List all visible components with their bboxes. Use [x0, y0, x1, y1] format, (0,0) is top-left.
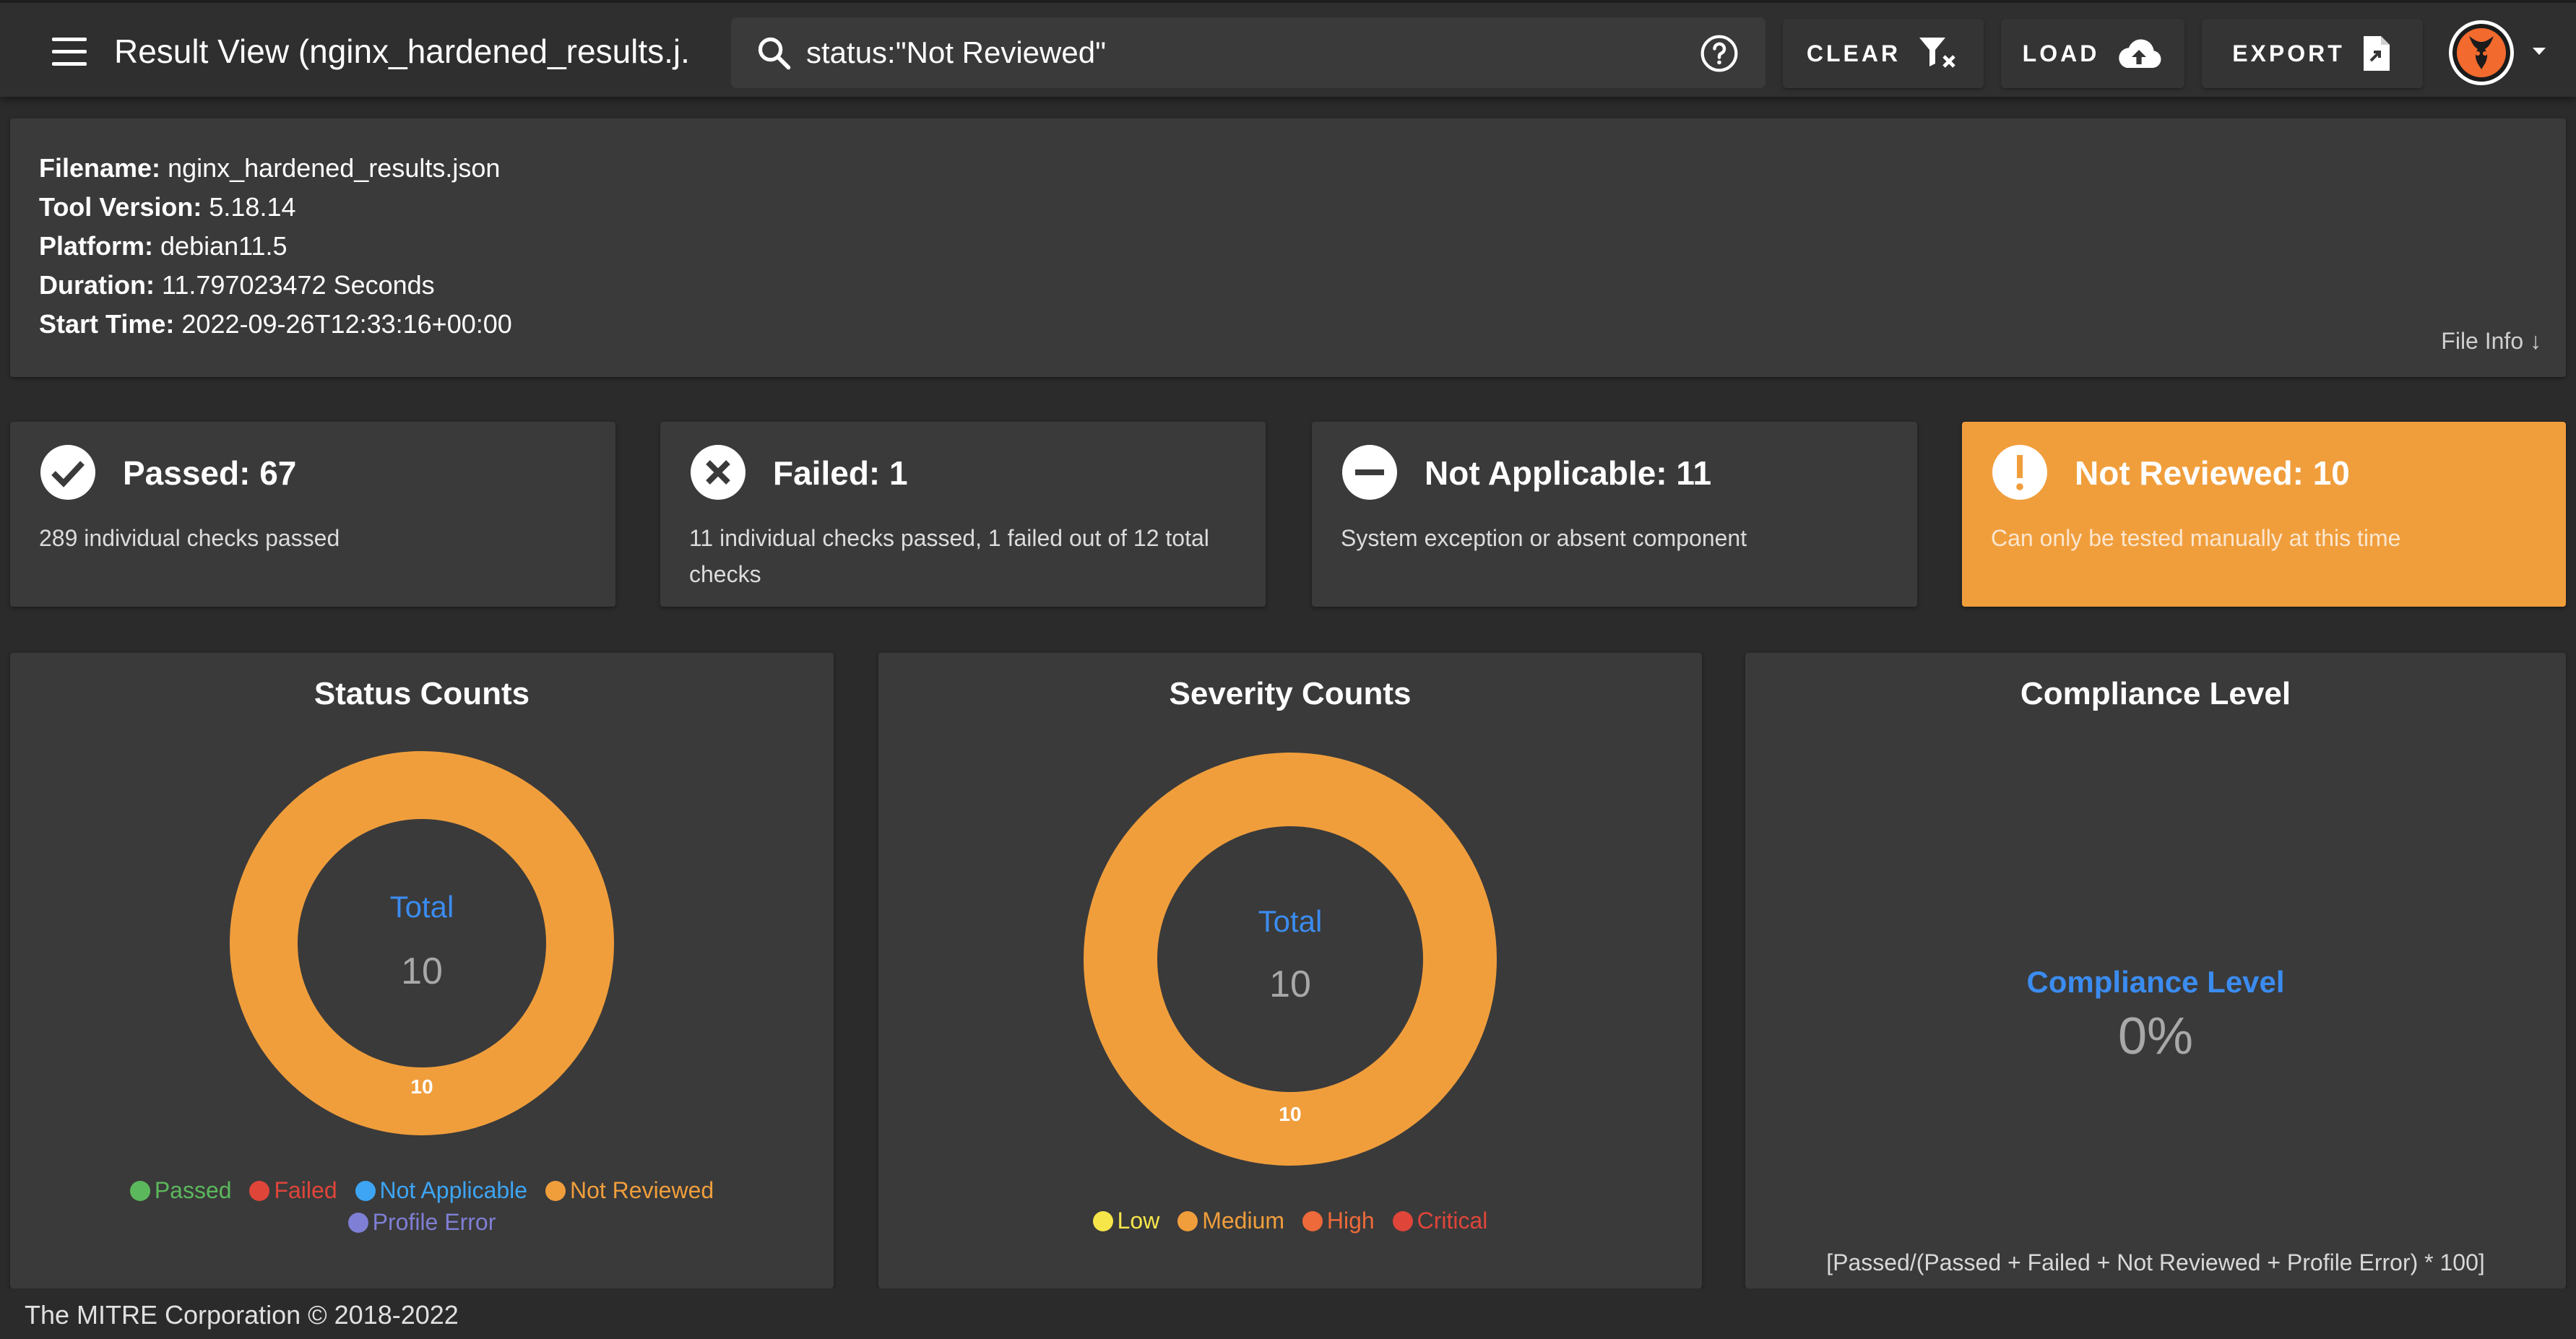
compliance-panel: Compliance Level Compliance Level 0% [Pa… — [1745, 653, 2566, 1288]
footer: The MITRE Corporation © 2018-2022 — [0, 1288, 2576, 1339]
passed-desc: 289 individual checks passed — [39, 525, 340, 551]
compliance-title: Compliance Level — [2020, 676, 2291, 711]
legend-critical-label: Critical — [1417, 1208, 1488, 1234]
legend-profile-error-label: Profile Error — [372, 1209, 496, 1235]
compliance-label: Compliance Level — [2026, 965, 2285, 999]
start-time-row: Start Time: 2022-09-26T12:33:16+00:00 — [39, 309, 512, 339]
tool-version-label: Tool Version: — [39, 192, 202, 222]
not-applicable-desc: System exception or absent component — [1341, 525, 1747, 551]
exclamation-icon — [1992, 445, 2047, 500]
search-icon — [758, 37, 791, 70]
load-button[interactable]: LOAD — [2001, 19, 2184, 88]
severity-slice-medium[interactable] — [1084, 753, 1497, 1166]
clear-button[interactable]: CLEAR — [1783, 19, 1984, 88]
severity-counts-panel: Severity Counts Total 10 10 Low Medium H… — [878, 653, 1702, 1288]
not-applicable-title: Not Applicable: 11 — [1425, 454, 1712, 492]
tool-version-row: Tool Version: 5.18.14 — [39, 192, 296, 222]
status-total-value: 10 — [401, 950, 443, 992]
legend-passed-label: Passed — [154, 1177, 232, 1203]
duration-label: Duration: — [39, 270, 155, 300]
compliance-formula: [Passed/(Passed + Failed + Not Reviewed … — [1826, 1249, 2485, 1275]
search-input[interactable] — [806, 33, 1673, 72]
legend-low-label: Low — [1117, 1208, 1160, 1234]
platform-row: Platform: debian11.5 — [39, 231, 288, 261]
not-reviewed-desc: Can only be tested manually at this time — [1991, 525, 2401, 551]
severity-total-label: Total — [1258, 904, 1323, 938]
legend-medium-label: Medium — [1202, 1208, 1285, 1234]
legend-failed-label: Failed — [274, 1177, 337, 1203]
cloud-upload-icon — [2119, 39, 2161, 68]
platform-label: Platform: — [39, 231, 154, 261]
start-time-label: Start Time: — [39, 309, 175, 339]
legend-not-applicable-label: Not Applicable — [379, 1177, 528, 1203]
app-bar: Result View (nginx_hardened_results.j...… — [0, 0, 2576, 97]
tool-version-value: 5.18.14 — [209, 192, 296, 222]
filename-value: nginx_hardened_results.json — [168, 153, 501, 183]
legend-passed[interactable]: Passed — [129, 1174, 232, 1206]
filename-row: Filename: nginx_hardened_results.json — [39, 153, 500, 183]
close-icon — [691, 445, 745, 500]
export-button[interactable]: EXPORT — [2202, 19, 2423, 88]
file-info-panel: Filename: nginx_hardened_results.json To… — [10, 118, 2566, 377]
duration-row: Duration: 11.797023472 Seconds — [39, 270, 435, 300]
export-label: EXPORT — [2232, 40, 2345, 66]
file-export-icon — [2363, 36, 2390, 71]
legend-not-reviewed-label: Not Reviewed — [569, 1177, 714, 1203]
failed-desc: 11 individual checks passed, 1 failed ou… — [689, 525, 1209, 587]
user-menu[interactable] — [2449, 20, 2557, 88]
load-label: LOAD — [2022, 40, 2100, 66]
legend-failed[interactable]: Failed — [249, 1174, 337, 1206]
failed-title: Failed: 1 — [773, 454, 908, 492]
failed-card[interactable]: Failed: 1 11 individual checks passed, 1… — [660, 422, 1266, 607]
not-reviewed-card[interactable]: Not Reviewed: 10 Can only be tested manu… — [1962, 422, 2566, 607]
footer-copyright: The MITRE Corporation © 2018-2022 — [25, 1300, 459, 1330]
duration-value: 11.797023472 Seconds — [162, 270, 435, 300]
heimdall-logo-icon — [2452, 24, 2510, 82]
compliance-value: 0% — [2117, 1008, 2194, 1065]
legend-not-applicable[interactable]: Not Applicable — [355, 1174, 528, 1206]
menu-icon[interactable] — [48, 36, 91, 68]
page-title: Result View (nginx_hardened_results.j... — [114, 32, 692, 70]
not-applicable-card[interactable]: Not Applicable: 11 System exception or a… — [1312, 422, 1917, 607]
status-slice-not-reviewed[interactable] — [230, 751, 614, 1135]
status-legend: Passed Failed Not Applicable Not Reviewe… — [10, 1174, 834, 1238]
legend-low[interactable]: Low — [1092, 1205, 1160, 1236]
minus-icon — [1342, 445, 1397, 500]
severity-segment-label: 10 — [1279, 1103, 1301, 1125]
avatar — [2449, 20, 2514, 85]
legend-profile-error[interactable]: Profile Error — [347, 1206, 496, 1238]
legend-not-reviewed[interactable]: Not Reviewed — [545, 1174, 714, 1206]
status-total-label: Total — [390, 890, 454, 924]
filename-label: Filename: — [39, 153, 161, 183]
filter-clear-icon — [1919, 38, 1955, 68]
severity-donut-chart: Total 10 10 — [1084, 753, 1497, 1166]
file-info-link[interactable]: File Info ↓ — [2441, 328, 2541, 355]
platform-value: debian11.5 — [160, 231, 288, 261]
legend-critical[interactable]: Critical — [1392, 1205, 1488, 1236]
search-bar[interactable] — [731, 17, 1765, 88]
passed-title: Passed: 67 — [123, 454, 297, 492]
status-segment-label: 10 — [410, 1075, 433, 1098]
clear-label: CLEAR — [1806, 40, 1901, 66]
passed-card[interactable]: Passed: 67 289 individual checks passed — [10, 422, 615, 607]
help-icon[interactable] — [1699, 33, 1739, 74]
check-icon — [40, 445, 95, 500]
legend-medium[interactable]: Medium — [1177, 1205, 1284, 1236]
not-reviewed-title: Not Reviewed: 10 — [2075, 454, 2350, 492]
chevron-down-icon — [2533, 48, 2546, 55]
severity-legend: Low Medium High Critical — [878, 1205, 1702, 1236]
legend-high[interactable]: High — [1302, 1205, 1375, 1236]
status-counts-panel: Status Counts Total 10 10 Passed Failed … — [10, 653, 834, 1288]
severity-total-value: 10 — [1269, 963, 1311, 1005]
legend-high-label: High — [1326, 1208, 1375, 1234]
start-time-value: 2022-09-26T12:33:16+00:00 — [181, 309, 512, 339]
